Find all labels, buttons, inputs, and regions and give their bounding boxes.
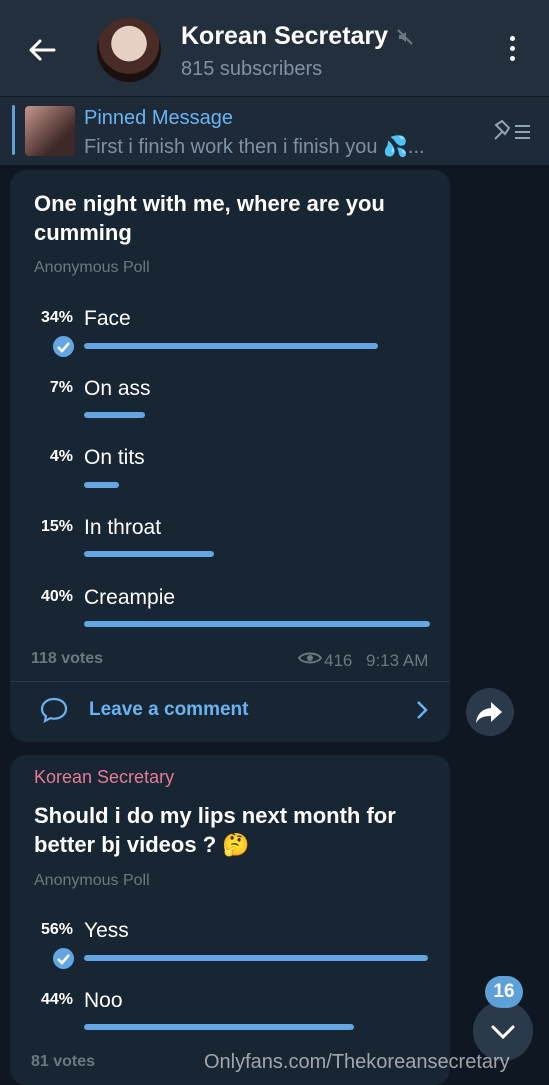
selected-check-icon [53,948,74,969]
option-label: On ass [84,377,151,400]
option-bar [84,412,145,418]
poll-message-1: One night with me, where are you cumming… [10,170,450,742]
back-arrow-icon[interactable] [24,32,60,68]
option-label: In throat [84,516,162,539]
option-percent: 56% [40,921,73,938]
muted-icon [397,29,413,45]
option-bar [84,621,430,627]
pinned-thumbnail [25,106,75,156]
share-icon [476,702,502,723]
option-bar [84,955,428,961]
subscriber-count: 815 subscribers [181,58,323,80]
option-percent: 15% [40,518,73,535]
poll-question: One night with me, where are you cumming [34,191,385,245]
poll-type: Anonymous Poll [34,259,150,276]
view-count: 416 [324,651,353,670]
option-label: Noo [84,989,123,1012]
selected-check-icon [53,336,74,357]
poll-question: Should i do my lips next month for bette… [34,803,396,857]
option-label: Face [84,307,131,330]
option-label: Creampie [84,586,176,609]
divider [10,681,450,682]
option-label: Yess [84,919,129,942]
option-bar [84,551,214,557]
pinned-text: First i finish work then i finish you 💦.… [84,136,425,158]
channel-title[interactable]: Korean Secretary [181,22,388,51]
poll-type: Anonymous Poll [34,872,150,889]
message-time: 9:13 AM [366,651,429,670]
channel-avatar[interactable] [97,18,161,82]
option-percent: 44% [40,991,73,1008]
pinned-list-icon[interactable] [492,118,532,142]
option-percent: 4% [49,448,73,465]
option-percent: 7% [49,379,73,396]
vote-count: 81 votes [31,1053,96,1070]
share-button[interactable] [466,688,514,736]
unread-count-badge: 16 [485,976,523,1008]
vote-count: 118 votes [31,650,104,667]
views-icon [298,652,322,664]
pinned-title: Pinned Message [84,107,233,129]
option-percent: 34% [40,309,73,326]
option-bar [84,343,378,349]
chevron-right-icon[interactable] [416,700,428,720]
pinned-message-bar[interactable]: Pinned Message First i finish work then … [0,96,549,165]
more-menu-icon[interactable] [500,36,524,66]
poll-message-2: Korean Secretary Should i do my lips nex… [10,755,450,1085]
pinned-indicator [12,105,15,155]
leave-comment-link[interactable]: Leave a comment [89,699,248,721]
message-author[interactable]: Korean Secretary [34,767,174,788]
chat-header: Korean Secretary 815 subscribers [0,0,549,96]
option-bar [84,1024,354,1030]
option-bar [84,482,119,488]
comment-icon[interactable] [39,696,69,724]
option-label: On tits [84,446,145,469]
option-percent: 40% [40,588,73,605]
watermark: Onlyfans.com/Thekoreansecretary [204,1051,510,1073]
